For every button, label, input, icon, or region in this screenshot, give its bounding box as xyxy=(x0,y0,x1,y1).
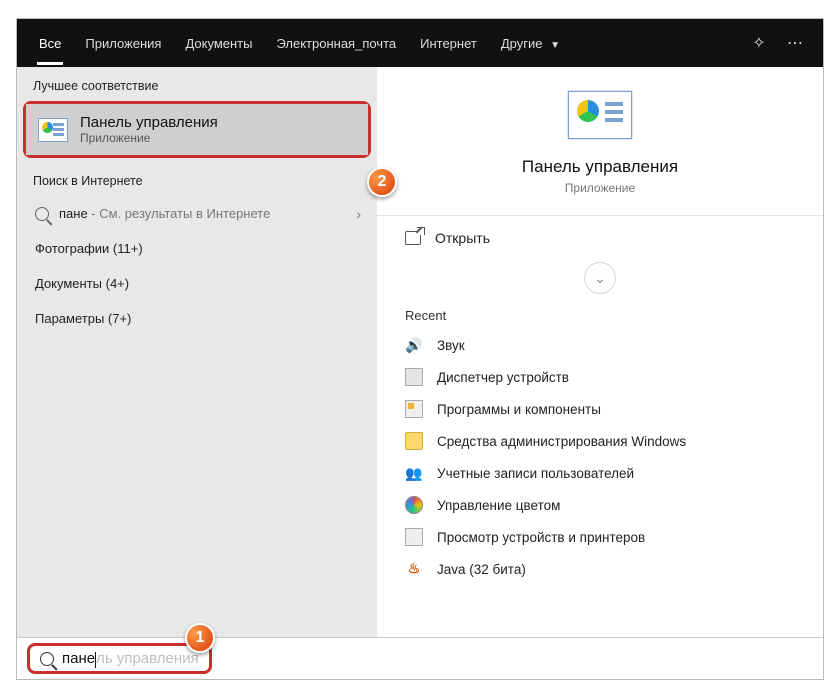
search-typed-text: пане xyxy=(62,650,95,667)
recent-item-admin-tools[interactable]: Средства администрирования Windows xyxy=(377,425,823,457)
more-options-icon[interactable]: ⋯ xyxy=(777,25,813,61)
sound-icon: 🔊 xyxy=(405,336,423,354)
preview-title: Панель управления xyxy=(522,157,678,177)
recent-item-label: Диспетчер устройств xyxy=(437,370,569,385)
folder-icon xyxy=(405,432,423,450)
recent-item-sound[interactable]: 🔊 Звук xyxy=(377,329,823,361)
preview-subtitle: Приложение xyxy=(565,181,635,195)
recent-item-color-management[interactable]: Управление цветом xyxy=(377,489,823,521)
chevron-right-icon: › xyxy=(356,206,361,222)
tab-internet[interactable]: Интернет xyxy=(408,22,489,65)
control-panel-large-icon xyxy=(568,91,632,139)
recent-item-label: Просмотр устройств и принтеров xyxy=(437,530,645,545)
category-photos[interactable]: Фотографии (11+) xyxy=(17,231,377,266)
search-input[interactable]: панель управления xyxy=(62,650,199,667)
tab-all[interactable]: Все xyxy=(27,22,73,65)
recent-item-label: Средства администрирования Windows xyxy=(437,434,686,449)
recent-item-label: Управление цветом xyxy=(437,498,560,513)
device-manager-icon xyxy=(405,368,423,386)
web-search-suffix: - См. результаты в Интернете xyxy=(88,206,271,221)
recent-header: Recent xyxy=(377,302,823,329)
chevron-down-icon: ▼ xyxy=(550,40,560,51)
recent-item-device-manager[interactable]: Диспетчер устройств xyxy=(377,361,823,393)
recent-item-label: Программы и компоненты xyxy=(437,402,601,417)
open-icon xyxy=(405,231,421,245)
chevron-down-icon: ⌄ xyxy=(594,270,606,287)
programs-icon xyxy=(405,400,423,418)
best-match-title: Панель управления xyxy=(80,114,218,131)
tab-apps[interactable]: Приложения xyxy=(73,22,173,65)
search-icon xyxy=(35,207,49,221)
recent-item-user-accounts[interactable]: 👥 Учетные записи пользователей xyxy=(377,457,823,489)
web-search-query: пане xyxy=(59,206,88,221)
search-input-highlight: панель управления xyxy=(27,643,212,674)
tab-documents[interactable]: Документы xyxy=(173,22,264,65)
category-settings[interactable]: Параметры (7+) xyxy=(17,301,377,336)
search-bar: панель управления xyxy=(17,637,823,679)
best-match-item[interactable]: Панель управления Приложение xyxy=(26,104,368,155)
web-search-header: Поиск в Интернете xyxy=(17,162,377,196)
open-action[interactable]: Открыть xyxy=(377,216,823,260)
recent-item-label: Java (32 бита) xyxy=(437,562,526,577)
annotation-badge-1: 1 xyxy=(185,623,215,653)
web-search-item[interactable]: пане - См. результаты в Интернете › xyxy=(17,196,377,231)
search-ghost-text: ль управления xyxy=(96,650,199,667)
search-icon xyxy=(40,652,54,666)
category-documents[interactable]: Документы (4+) xyxy=(17,266,377,301)
recent-item-label: Звук xyxy=(437,338,465,353)
tab-email[interactable]: Электронная_почта xyxy=(264,22,408,65)
recent-item-devices-printers[interactable]: Просмотр устройств и принтеров xyxy=(377,521,823,553)
recent-item-java[interactable]: ♨ Java (32 бита) xyxy=(377,553,823,585)
tab-more[interactable]: Другие ▼ xyxy=(489,22,572,65)
expand-button[interactable]: ⌄ xyxy=(584,262,616,294)
preview-panel: Панель управления Приложение Открыть ⌄ R… xyxy=(377,67,823,679)
feedback-icon[interactable]: ✧ xyxy=(741,25,777,61)
devices-printers-icon xyxy=(405,528,423,546)
color-management-icon xyxy=(405,496,423,514)
best-match-highlight: Панель управления Приложение xyxy=(23,101,371,158)
recent-list: 🔊 Звук Диспетчер устройств Программы и к… xyxy=(377,329,823,585)
open-label: Открыть xyxy=(435,230,490,246)
best-match-header: Лучшее соответствие xyxy=(17,67,377,101)
control-panel-icon xyxy=(38,118,68,142)
recent-item-label: Учетные записи пользователей xyxy=(437,466,634,481)
recent-item-programs[interactable]: Программы и компоненты xyxy=(377,393,823,425)
java-icon: ♨ xyxy=(405,560,423,578)
search-tabs: Все Приложения Документы Электронная_поч… xyxy=(17,19,823,67)
tab-more-label: Другие xyxy=(501,36,543,51)
results-panel: Лучшее соответствие Панель управления Пр… xyxy=(17,67,377,679)
annotation-badge-2: 2 xyxy=(367,167,397,197)
best-match-subtitle: Приложение xyxy=(80,131,218,145)
user-accounts-icon: 👥 xyxy=(405,464,423,482)
